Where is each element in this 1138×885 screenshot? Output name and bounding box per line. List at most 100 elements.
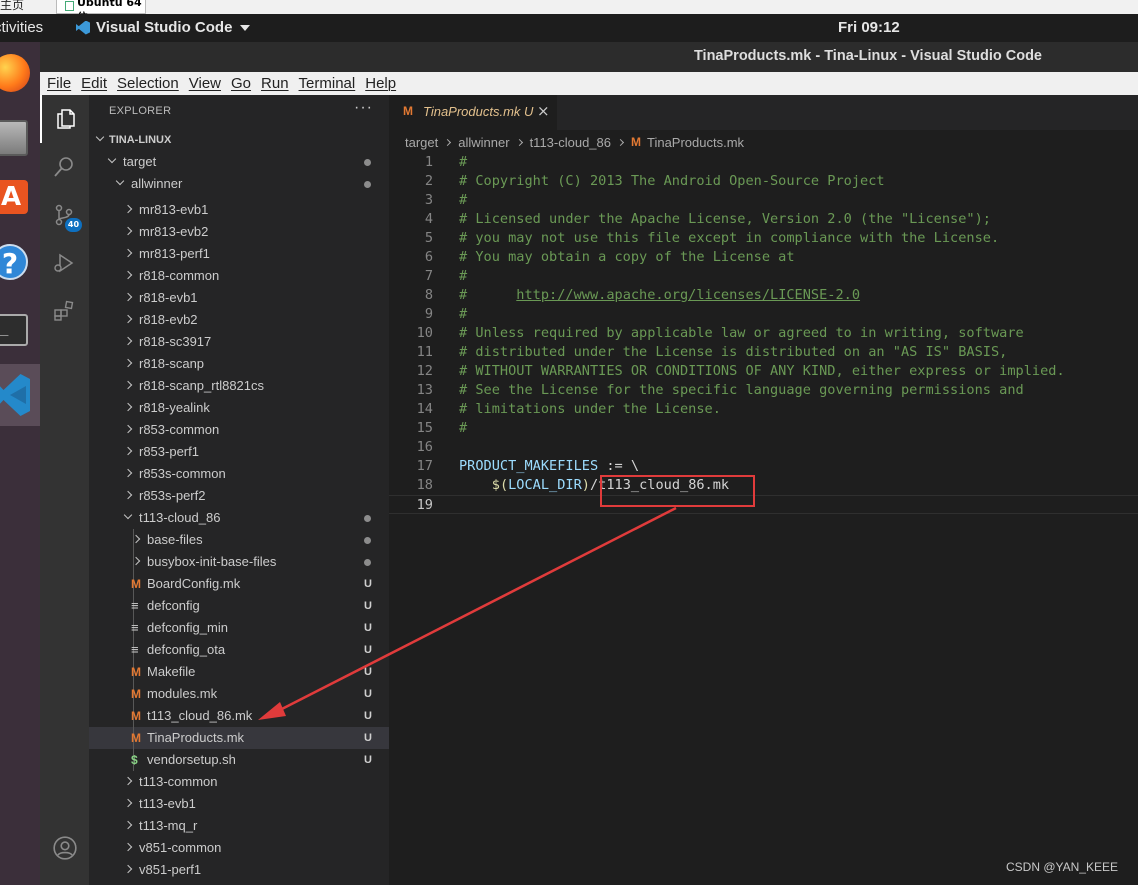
menu-run[interactable]: Run: [261, 75, 289, 92]
code-line[interactable]: 8 # http://www.apache.org/licenses/LICENS…: [389, 286, 1138, 305]
folder-item[interactable]: v851-perf1: [89, 859, 389, 881]
code-line[interactable]: 2 # Copyright (C) 2013 The Android Open-S…: [389, 172, 1138, 191]
app-menu-label: Visual Studio Code: [96, 19, 233, 36]
folder-item[interactable]: r818-evb2: [89, 309, 389, 331]
app-menu[interactable]: Visual Studio Code: [76, 19, 251, 36]
terminal-icon: _: [0, 314, 28, 346]
activity-source-control[interactable]: 40: [40, 191, 89, 239]
activity-extensions[interactable]: [40, 287, 89, 335]
host-vm-tab[interactable]: Ubuntu 64 位: [56, 0, 146, 14]
folder-item[interactable]: r818-yealink: [89, 397, 389, 419]
code-line[interactable]: 9 #: [389, 305, 1138, 324]
code-line[interactable]: 19: [389, 495, 1138, 514]
file-item[interactable]: M Makefile U: [89, 661, 389, 683]
folder-item[interactable]: v851-common: [89, 837, 389, 859]
folder-item[interactable]: base-files: [89, 529, 389, 551]
file-item[interactable]: Mmodules.mk U: [89, 683, 389, 705]
code-line[interactable]: 1 #: [389, 153, 1138, 172]
menu-terminal[interactable]: Terminal: [299, 75, 356, 92]
code-line[interactable]: 14 # limitations under the License.: [389, 400, 1138, 419]
code-line[interactable]: 11 # distributed under the License is dis…: [389, 343, 1138, 362]
folder-item[interactable]: target: [89, 151, 389, 173]
folder-item[interactable]: t113-common: [89, 771, 389, 793]
activity-accounts[interactable]: [40, 823, 89, 871]
tree-label: v851-perf1: [139, 862, 202, 877]
line-number: 5: [424, 230, 433, 246]
tree-label: v851-common: [139, 840, 222, 855]
dock-software[interactable]: A: [0, 172, 40, 222]
breadcrumb-t113-cloud[interactable]: t113-cloud_86: [530, 135, 611, 150]
activities-button[interactable]: ctivities: [0, 19, 43, 36]
folder-item[interactable]: r853s-perf2: [89, 485, 389, 507]
folder-item[interactable]: r853-perf1: [89, 441, 389, 463]
code-line[interactable]: 7 #: [389, 267, 1138, 286]
menu-edit[interactable]: Edit: [81, 75, 107, 92]
breadcrumb-target[interactable]: target: [405, 135, 438, 150]
folder-item[interactable]: mr813-evb2: [89, 221, 389, 243]
code-line[interactable]: 10 # Unless required by applicable law or…: [389, 324, 1138, 343]
editor-area: M TinaProducts.mk U × target allwinner t…: [389, 95, 1138, 885]
dock-terminal[interactable]: _: [0, 304, 40, 354]
folder-item[interactable]: allwinner: [89, 173, 389, 195]
code-line[interactable]: 15 #: [389, 419, 1138, 438]
folder-item[interactable]: t113-evb1: [89, 793, 389, 815]
code-line[interactable]: 12 # WITHOUT WARRANTIES OR CONDITIONS OF …: [389, 362, 1138, 381]
activity-search[interactable]: [40, 143, 89, 191]
file-item[interactable]: M BoardConfig.mk U: [89, 573, 389, 595]
dock-vscode[interactable]: [0, 364, 40, 426]
more-actions-icon[interactable]: ···: [354, 99, 373, 117]
menu-go[interactable]: Go: [231, 75, 251, 92]
breadcrumb-allwinner[interactable]: allwinner: [458, 135, 509, 150]
makefile-icon: M: [131, 731, 141, 745]
folder-item[interactable]: r818-evb1: [89, 287, 389, 309]
dock-firefox[interactable]: [0, 50, 40, 100]
file-item[interactable]: Mt113_cloud_86.mk U: [89, 705, 389, 727]
tab-tinaproducts[interactable]: M TinaProducts.mk U ×: [389, 95, 557, 130]
file-item[interactable]: ≡ defconfig_ota U: [89, 639, 389, 661]
license-link[interactable]: http://www.apache.org/licenses/LICENSE-2…: [516, 287, 860, 303]
dock-help[interactable]: ?: [0, 238, 40, 288]
dock-files[interactable]: [0, 112, 40, 162]
folder-item[interactable]: r818-sc3917: [89, 331, 389, 353]
folder-item[interactable]: r818-common: [89, 265, 389, 287]
menu-selection[interactable]: Selection: [117, 75, 179, 92]
file-item[interactable]: ≡ defconfig_min U: [89, 617, 389, 639]
code-line[interactable]: 4 # Licensed under the Apache License, Ve…: [389, 210, 1138, 229]
menu-help[interactable]: Help: [365, 75, 396, 92]
folder-item[interactable]: mr813-perf1: [89, 243, 389, 265]
folder-item[interactable]: mr813-evb1: [89, 199, 389, 221]
folder-item[interactable]: t113-mq_r: [89, 815, 389, 837]
untracked-status: U: [364, 578, 372, 590]
clock[interactable]: Fri 09:12: [838, 19, 900, 36]
breadcrumb-file[interactable]: TinaProducts.mk: [647, 135, 744, 150]
file-item[interactable]: M TinaProducts.mk U: [89, 727, 389, 749]
folder-item[interactable]: t113-cloud_86: [89, 507, 389, 529]
tree-root[interactable]: TINA-LINUX: [89, 129, 389, 151]
folder-item[interactable]: r818-scanp: [89, 353, 389, 375]
highlight-box: [600, 475, 755, 507]
chevron-right-icon: [123, 424, 133, 434]
window-titlebar[interactable]: TinaProducts.mk - Tina-Linux - Visual St…: [40, 42, 1138, 72]
code-line[interactable]: 6 # You may obtain a copy of the License …: [389, 248, 1138, 267]
outline-header[interactable]: OUTLINE: [89, 881, 389, 885]
folder-item[interactable]: r853-common: [89, 419, 389, 441]
code-line[interactable]: 16: [389, 438, 1138, 457]
help-icon: ?: [0, 244, 28, 280]
folder-item[interactable]: r853s-common: [89, 463, 389, 485]
folder-item[interactable]: r818-scanp_rtl8821cs: [89, 375, 389, 397]
host-home-tab-label[interactable]: 主页: [0, 0, 24, 13]
code-line[interactable]: 5 # you may not use this file except in c…: [389, 229, 1138, 248]
menu-file[interactable]: File: [47, 75, 71, 92]
code-line[interactable]: 3 #: [389, 191, 1138, 210]
code-line[interactable]: 17 PRODUCT_MAKEFILES := \: [389, 457, 1138, 476]
code-line[interactable]: 18 $(LOCAL_DIR)/t113_cloud_86.mk: [389, 476, 1138, 495]
activity-explorer[interactable]: [40, 95, 89, 143]
menu-view[interactable]: View: [189, 75, 221, 92]
folder-item[interactable]: busybox-init-base-files: [89, 551, 389, 573]
activity-run-debug[interactable]: [40, 239, 89, 287]
file-item[interactable]: ≡ defconfig U: [89, 595, 389, 617]
code-line[interactable]: 13 # See the License for the specific lan…: [389, 381, 1138, 400]
tree-label: r818-evb2: [139, 312, 198, 327]
file-item[interactable]: $ vendorsetup.sh U: [89, 749, 389, 771]
close-icon[interactable]: ×: [537, 102, 550, 120]
